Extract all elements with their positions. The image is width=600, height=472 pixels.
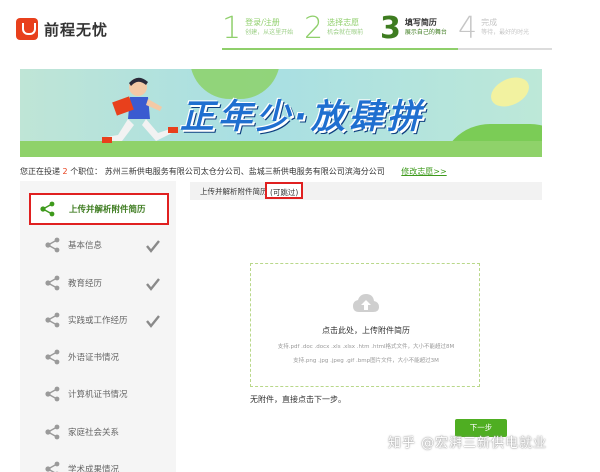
upload-hint-docs: 支持.pdf .doc .docx .xls .xlsx .htm .html格… — [277, 344, 455, 350]
step-subtitle: 创建，从这里开始 — [245, 29, 294, 36]
share-node-icon — [44, 236, 62, 254]
sidebar-item-label: 计算机证书情况 — [68, 390, 128, 400]
cloud-upload-icon — [353, 294, 379, 312]
step-number: 3 — [380, 11, 401, 46]
share-node-icon — [44, 460, 62, 472]
logo[interactable]: 前程无忧 — [16, 18, 108, 40]
sidebar-item[interactable]: 学术成果情况 — [20, 452, 176, 472]
checkmark-icon — [146, 313, 160, 328]
step-number: 4 — [458, 11, 478, 46]
sidebar-item[interactable]: 实践或工作经历 — [20, 303, 176, 337]
header: 前程无忧 1 登录/注册 创建，从这里开始 2 选择志愿 机会就在眼前 3 填写… — [0, 0, 600, 62]
step-3: 3 填写简历 展示自己的舞台 — [380, 12, 447, 46]
share-node-icon — [44, 385, 62, 403]
progress-steps: 1 登录/注册 创建，从这里开始 2 选择志愿 机会就在眼前 3 填写简历 展示… — [222, 12, 552, 56]
share-node-icon — [44, 274, 62, 292]
step-4: 4 完成 等待，最好的时光 — [458, 12, 529, 46]
step-subtitle: 等待，最好的时光 — [481, 29, 530, 36]
step-1: 1 登录/注册 创建，从这里开始 — [222, 12, 293, 46]
info-prefix: 您正在投递 — [20, 167, 60, 176]
step-subtitle: 展示自己的舞台 — [404, 29, 447, 36]
edit-preference-link[interactable]: 修改志愿>> — [401, 167, 446, 176]
runner-illustration — [102, 77, 178, 143]
no-attachment-note: 无附件，直接点击下一步。 — [250, 395, 346, 404]
sidebar-item-label: 实践或工作经历 — [68, 316, 128, 326]
sidebar-item[interactable]: 外语证书情况 — [20, 340, 176, 374]
logo-icon — [16, 18, 38, 40]
sidebar-item-label: 家庭社会关系 — [68, 428, 120, 438]
share-node-icon — [44, 348, 62, 366]
share-node-icon — [39, 200, 57, 218]
sidebar-item[interactable]: 上传并解析附件简历 — [29, 193, 169, 225]
step-title: 填写简历 — [404, 18, 437, 27]
step-title: 登录/注册 — [245, 18, 280, 27]
sidebar-item[interactable]: 教育经历 — [20, 266, 176, 300]
step-subtitle: 机会就在眼前 — [327, 29, 364, 36]
section-header: 上传并解析附件简历 (可跳过) — [190, 182, 542, 200]
checkmark-icon — [146, 276, 160, 291]
position-count: 2 — [62, 167, 68, 176]
upload-hint-images: 支持.png .jpg .jpeg .gif .bmp图片文件，大小不能超过3M — [293, 358, 439, 364]
step-2: 2 选择志愿 机会就在眼前 — [304, 12, 363, 46]
step-title: 选择志愿 — [327, 18, 360, 27]
application-info: 您正在投递 2 个职位： 苏州三新供电服务有限公司太仓分公司、盐城三新供电服务有… — [20, 166, 560, 177]
upload-title: 点击此处，上传附件简历 — [322, 326, 410, 335]
upload-dropzone[interactable]: 点击此处，上传附件简历 支持.pdf .doc .docx .xls .xlsx… — [250, 263, 480, 387]
sidebar-item-label: 基本信息 — [68, 241, 103, 251]
sidebar-item[interactable]: 家庭社会关系 — [20, 415, 176, 449]
sidebar-item-label: 外语证书情况 — [68, 353, 120, 363]
banner-title: 正年少·放肆拼 — [180, 97, 425, 137]
share-node-icon — [44, 311, 62, 329]
info-middle: 个职位： — [70, 167, 103, 176]
share-node-icon — [44, 423, 62, 441]
skippable-tag: (可跳过) — [265, 182, 304, 199]
sidebar-item-label: 学术成果情况 — [68, 465, 120, 472]
sidebar-item-label: 教育经历 — [68, 279, 103, 289]
step-number: 2 — [304, 11, 324, 46]
section-title: 上传并解析附件简历 — [200, 187, 268, 196]
step-title: 完成 — [481, 18, 498, 27]
banner: 正年少·放肆拼 — [20, 69, 542, 157]
sidebar-item[interactable]: 计算机证书情况 — [20, 377, 176, 411]
position-list: 苏州三新供电服务有限公司太仓分公司、盐城三新供电服务有限公司滨海分公司 — [104, 167, 385, 176]
step-number: 1 — [222, 11, 242, 46]
banner-decoration — [486, 71, 534, 113]
watermark: 知乎 @宏湃三新供电就业 — [388, 436, 548, 451]
sidebar-item-label: 上传并解析附件简历 — [69, 205, 146, 215]
checkmark-icon — [146, 238, 160, 253]
sidebar-item[interactable]: 基本信息 — [20, 228, 176, 262]
logo-text: 前程无忧 — [44, 20, 109, 39]
steps-line-remaining — [458, 48, 552, 50]
